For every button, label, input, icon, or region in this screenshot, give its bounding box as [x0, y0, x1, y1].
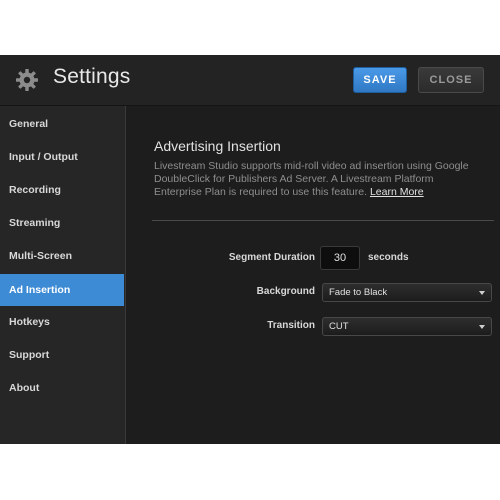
- save-button[interactable]: SAVE: [353, 67, 407, 93]
- sidebar-item-multi-screen[interactable]: Multi-Screen: [0, 240, 125, 272]
- section-description: Livestream Studio supports mid-roll vide…: [154, 160, 474, 199]
- transition-selected-value: CUT: [329, 321, 349, 332]
- sidebar-item-recording[interactable]: Recording: [0, 174, 125, 206]
- settings-content: Advertising Insertion Livestream Studio …: [126, 106, 500, 444]
- sidebar-item-label: About: [9, 382, 40, 394]
- sidebar-item-input-output[interactable]: Input / Output: [0, 141, 125, 173]
- sidebar-item-label: Recording: [9, 184, 61, 196]
- sidebar-item-label: Input / Output: [9, 151, 78, 163]
- background-select[interactable]: Fade to Black: [322, 283, 492, 302]
- transition-select[interactable]: CUT: [322, 317, 492, 336]
- sidebar-item-label: General: [9, 118, 49, 130]
- close-button[interactable]: CLOSE: [418, 67, 484, 93]
- sidebar-item-label: Hotkeys: [9, 316, 50, 328]
- sidebar-item-hotkeys[interactable]: Hotkeys: [0, 306, 125, 338]
- sidebar-item-label: Streaming: [9, 217, 61, 229]
- transition-label: Transition: [267, 320, 315, 331]
- segment-duration-input[interactable]: 30: [320, 246, 360, 270]
- sidebar-item-label: Multi-Screen: [9, 250, 73, 262]
- segment-duration-label: Segment Duration: [228, 252, 315, 263]
- segment-duration-unit: seconds: [368, 252, 409, 263]
- settings-header: Settings SAVE CLOSE: [0, 55, 500, 106]
- settings-sidebar: General Input / Output Recording Streami…: [0, 106, 126, 444]
- sidebar-item-general[interactable]: General: [0, 108, 125, 140]
- sidebar-item-label: Ad Insertion: [9, 284, 71, 296]
- sidebar-item-about[interactable]: About: [0, 372, 125, 404]
- sidebar-item-support[interactable]: Support: [0, 339, 125, 371]
- sidebar-item-label: Support: [9, 349, 50, 361]
- background-selected-value: Fade to Black: [329, 287, 388, 298]
- background-label: Background: [256, 286, 315, 297]
- learn-more-link[interactable]: Learn More: [370, 186, 424, 198]
- sidebar-item-streaming[interactable]: Streaming: [0, 207, 125, 239]
- section-divider: [152, 220, 494, 221]
- section-title: Advertising Insertion: [154, 138, 281, 154]
- sidebar-item-ad-insertion[interactable]: Ad Insertion: [0, 274, 124, 306]
- settings-window: Settings SAVE CLOSE General Input / Outp…: [0, 55, 500, 444]
- page-title: Settings: [53, 65, 131, 88]
- chevron-down-icon: [479, 291, 485, 295]
- gear-icon: [16, 69, 38, 91]
- chevron-down-icon: [479, 325, 485, 329]
